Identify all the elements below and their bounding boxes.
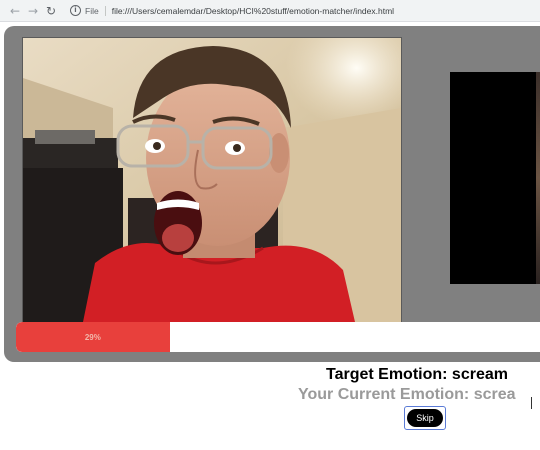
scheme-label: File <box>85 5 99 16</box>
info-icon[interactable]: i <box>70 5 81 16</box>
target-emotion-text: Target Emotion: scream <box>326 366 508 383</box>
arrow-left-icon: ← <box>9 3 21 18</box>
webcam-image <box>23 38 401 322</box>
back-button[interactable]: ← <box>6 2 24 20</box>
webcam-feed <box>22 37 402 323</box>
forward-button[interactable]: → <box>24 2 42 20</box>
reload-icon: ↻ <box>45 3 57 18</box>
browser-toolbar: ← → ↻ i File file:///Users/cemalemdar/De… <box>0 0 540 22</box>
current-emotion-text: Your Current Emotion: screa <box>298 386 516 403</box>
target-emotion-panel <box>450 72 536 284</box>
address-separator <box>104 5 106 16</box>
address-bar[interactable]: i File file:///Users/cemalemdar/Desktop/… <box>70 2 394 19</box>
progress-bar: 29% <box>16 322 540 352</box>
reload-button[interactable]: ↻ <box>42 2 60 20</box>
game-stage: 29% <box>4 26 540 362</box>
skip-button[interactable]: Skip <box>407 409 443 427</box>
text-cursor <box>531 397 532 409</box>
arrow-right-icon: → <box>27 3 39 18</box>
progress-fill: 29% <box>16 322 170 352</box>
target-emotion-image-edge <box>536 72 540 284</box>
skip-button-focus-ring: Skip <box>404 406 446 430</box>
url-text[interactable]: file:///Users/cemalemdar/Desktop/HCI%20s… <box>112 6 394 16</box>
progress-label: 29% <box>84 332 101 342</box>
